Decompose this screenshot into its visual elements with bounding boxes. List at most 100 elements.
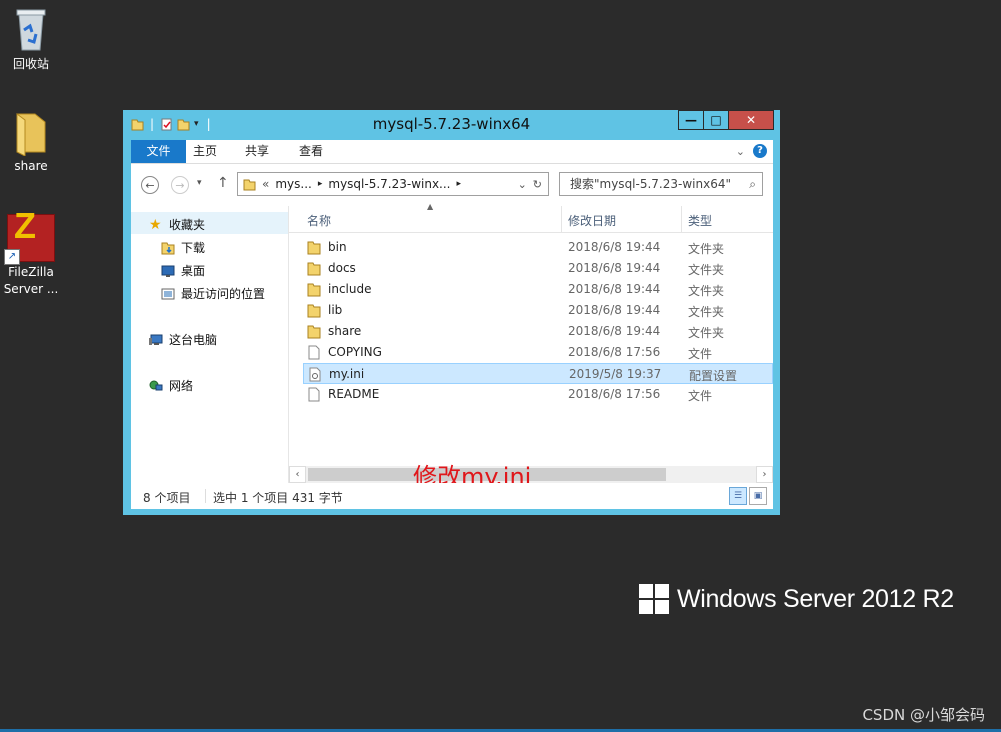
filezilla-icon: Z ↗ [4, 208, 55, 265]
maximize-button[interactable]: □ [703, 110, 729, 130]
nav-item-network[interactable]: 网络 [149, 377, 193, 394]
nav-label: 桌面 [181, 264, 206, 278]
close-button[interactable]: ✕ [728, 110, 774, 130]
address-bar[interactable]: « mys... ▸ mysql-5.7.23-winx... ▸ ⌄ ↻ [237, 172, 549, 196]
file-type: 文件夹 [688, 263, 725, 277]
desktop-icon-recycle-bin[interactable]: 回收站 [0, 6, 62, 73]
minimize-button[interactable]: — [678, 110, 704, 130]
details-view-icon[interactable]: ☰ [729, 487, 747, 505]
file-date: 2018/6/8 17:56 [568, 387, 661, 401]
address-segment[interactable]: mys... [275, 177, 312, 191]
navigation-pane: ★ 收藏夹 下载 桌面 最近访问的位置 这台电脑 网络 [131, 206, 289, 483]
file-list: ▲ 名称 修改日期 类型 bin 2018/6/8 19:44 文件夹 docs… [289, 202, 773, 483]
recent-places-icon [161, 288, 175, 299]
nav-item-downloads[interactable]: 下载 [161, 239, 205, 256]
file-type: 文件夹 [688, 305, 725, 319]
file-icon [308, 345, 320, 360]
navigation-bar: ← → ▾ ↑ « mys... ▸ mysql-5.7.23-winx... … [131, 164, 773, 206]
column-header-date[interactable]: 修改日期 [568, 212, 616, 229]
file-row-my-ini[interactable]: my.ini 2019/5/8 19:37 配置设置 [303, 363, 773, 384]
tab-file[interactable]: 文件 [131, 140, 186, 163]
file-row-lib[interactable]: lib 2018/6/8 19:44 文件夹 [303, 300, 773, 321]
address-overflow[interactable]: « [262, 177, 269, 191]
help-icon[interactable]: ? [753, 144, 767, 158]
file-name: share [328, 324, 362, 338]
column-header-type[interactable]: 类型 [688, 212, 712, 229]
scroll-right-icon[interactable]: › [756, 466, 773, 483]
desktop-icon-label: Server ... [3, 282, 59, 296]
scroll-left-icon[interactable]: ‹ [289, 466, 306, 483]
folder-icon [307, 325, 321, 339]
nav-item-desktop[interactable]: 桌面 [161, 262, 205, 279]
folder-icon [307, 262, 321, 276]
chevron-right-icon[interactable]: ▸ [318, 179, 323, 189]
large-icons-view-icon[interactable]: ▣ [749, 487, 767, 505]
file-name: docs [328, 261, 356, 275]
column-headers: ▲ 名称 修改日期 类型 [289, 202, 773, 233]
file-type: 文件 [688, 389, 713, 403]
network-icon [149, 380, 163, 390]
desktop-icon-share-folder[interactable]: share [0, 110, 62, 175]
file-row-include[interactable]: include 2018/6/8 19:44 文件夹 [303, 279, 773, 300]
selection-info: 选中 1 个项目 431 字节 [213, 491, 343, 505]
windows-logo-icon [639, 584, 669, 614]
file-icon [308, 387, 320, 402]
recent-locations-icon[interactable]: ▾ [197, 178, 202, 188]
file-date: 2018/6/8 19:44 [568, 324, 661, 338]
folder-icon [307, 241, 321, 255]
status-bar: 8 个项目 选中 1 个项目 431 字节 ☰ ▣ [131, 483, 773, 509]
file-row-readme[interactable]: README 2018/6/8 17:56 文件 [303, 384, 773, 405]
computer-icon [149, 334, 163, 345]
expand-ribbon-icon[interactable]: ⌄ [736, 145, 745, 158]
forward-button[interactable]: → [171, 176, 189, 194]
nav-label: 下载 [181, 241, 206, 255]
file-name: README [328, 387, 380, 401]
nav-item-recent-places[interactable]: 最近访问的位置 [161, 285, 265, 302]
address-dropdown-icon[interactable]: ⌄ [518, 178, 527, 191]
nav-item-favorites[interactable]: ★ 收藏夹 [149, 216, 205, 233]
explorer-window: | ▾ | mysql-5.7.23-winx64 — □ ✕ 文件 主页 共享… [123, 110, 780, 515]
os-brand-text: Windows Server 2012 R2 [677, 584, 954, 613]
tab-view[interactable]: 查看 [299, 140, 323, 163]
chevron-right-icon[interactable]: ▸ [457, 179, 462, 189]
item-count: 8 个项目 [143, 491, 191, 505]
refresh-icon[interactable]: ↻ [533, 178, 542, 191]
file-type: 文件夹 [688, 242, 725, 256]
file-type: 文件 [688, 347, 713, 361]
explorer-body: ★ 收藏夹 下载 桌面 最近访问的位置 这台电脑 网络 ▲ 名称 修改日期 类型… [131, 202, 773, 491]
os-branding: Windows Server 2012 R2 [639, 584, 954, 614]
folder-icon [16, 113, 46, 156]
file-type: 配置设置 [689, 369, 738, 383]
nav-label: 网络 [169, 379, 194, 393]
file-row-share[interactable]: share 2018/6/8 19:44 文件夹 [303, 321, 773, 342]
file-name: lib [328, 303, 343, 317]
watermark: CSDN @小邹会码 [862, 706, 985, 724]
file-name: my.ini [329, 367, 365, 381]
file-name: bin [328, 240, 347, 254]
window-controls: — □ ✕ [678, 110, 774, 130]
file-row-docs[interactable]: docs 2018/6/8 19:44 文件夹 [303, 258, 773, 279]
tab-share[interactable]: 共享 [245, 140, 269, 163]
file-row-bin[interactable]: bin 2018/6/8 19:44 文件夹 [303, 237, 773, 258]
nav-label: 最近访问的位置 [181, 287, 266, 301]
settings-file-icon [309, 367, 321, 382]
file-name: COPYING [328, 345, 382, 359]
search-icon: ⌕ [749, 177, 756, 191]
column-header-name[interactable]: 名称 [307, 212, 331, 229]
ribbon-tabs: 文件 主页 共享 查看 ⌄ ? [131, 140, 773, 164]
downloads-folder-icon [161, 242, 175, 254]
address-segment[interactable]: mysql-5.7.23-winx... [328, 177, 450, 191]
tab-home[interactable]: 主页 [193, 140, 217, 163]
file-type: 文件夹 [688, 326, 725, 340]
file-date: 2018/6/8 17:56 [568, 345, 661, 359]
up-button[interactable]: ↑ [217, 175, 229, 191]
file-row-copying[interactable]: COPYING 2018/6/8 17:56 文件 [303, 342, 773, 363]
title-bar[interactable]: | ▾ | mysql-5.7.23-winx64 — □ ✕ [123, 110, 780, 138]
back-button[interactable]: ← [141, 176, 159, 194]
star-icon: ★ [149, 216, 162, 233]
search-input[interactable]: 搜索"mysql-5.7.23-winx64" ⌕ [559, 172, 763, 196]
nav-item-this-pc[interactable]: 这台电脑 [149, 331, 217, 348]
nav-label: 收藏夹 [169, 218, 206, 232]
desktop-icon-filezilla[interactable]: Z ↗ FileZilla Server ... [0, 208, 62, 298]
file-date: 2018/6/8 19:44 [568, 240, 661, 254]
